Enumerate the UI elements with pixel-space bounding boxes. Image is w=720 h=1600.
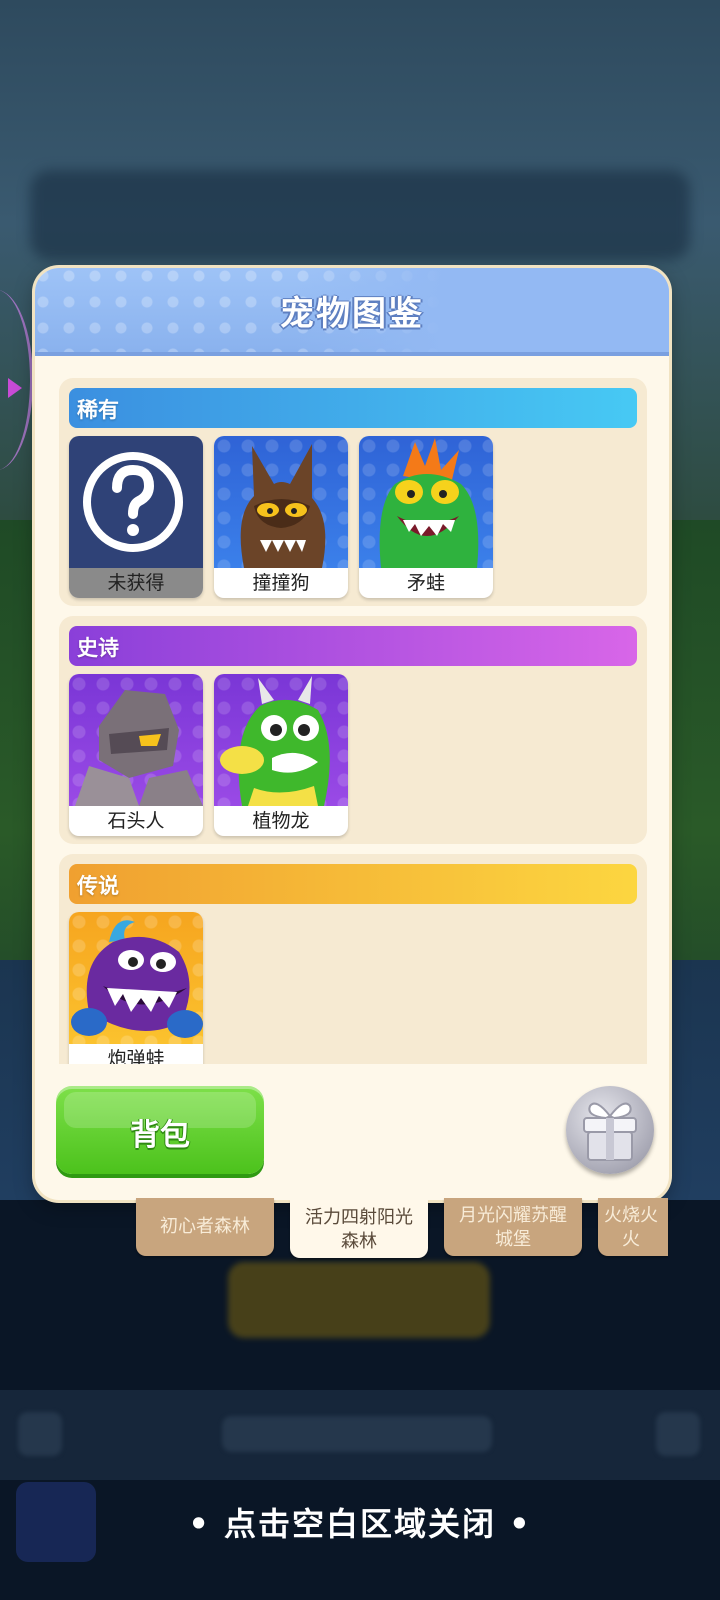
- background-icon-left: [18, 1412, 62, 1456]
- section-epic: 史诗 石头人 植物龙: [59, 616, 647, 844]
- modal-header: 宠物图鉴: [35, 268, 669, 356]
- pet-card-paodanwa[interactable]: 炮弹蛙: [69, 912, 203, 1064]
- pet-name: 矛蛙: [406, 572, 445, 594]
- pet-name: 石头人: [107, 810, 165, 832]
- side-arrow-icon: [8, 378, 22, 398]
- green-dragon-pet-icon: [214, 674, 348, 806]
- tab-label: 火烧火火: [604, 1205, 658, 1250]
- background-bottom-bar: [0, 1390, 720, 1480]
- purple-cannon-frog-pet-icon: [69, 912, 203, 1044]
- section-epic-bar: 史诗: [69, 626, 637, 666]
- section-rare: 稀有 未获得 撞撞狗 矛蛙: [59, 378, 647, 606]
- tab-label: 月光闪耀苏醒城堡: [459, 1205, 567, 1250]
- tab-label: 初心者森林: [160, 1216, 250, 1237]
- backpack-button[interactable]: 背包: [56, 1086, 264, 1174]
- section-epic-label: 史诗: [77, 636, 119, 660]
- pet-name: 未获得: [69, 568, 203, 598]
- background-blurred-title: [30, 170, 690, 260]
- modal-title: 宠物图鉴: [280, 294, 424, 334]
- section-legend: 传说 炮弹蛙: [59, 854, 647, 1064]
- brown-bat-pet-icon: [214, 436, 348, 568]
- question-mark-icon: [69, 436, 203, 568]
- tab-moonlight-castle[interactable]: 月光闪耀苏醒城堡: [444, 1198, 582, 1256]
- section-legend-label: 传说: [77, 874, 119, 898]
- pet-card-shitouren[interactable]: 石头人: [69, 674, 203, 836]
- section-legend-bar: 传说: [69, 864, 637, 904]
- green-frog-pet-icon: [359, 436, 493, 568]
- tab-fire[interactable]: 火烧火火: [598, 1198, 668, 1256]
- tab-chuxinzhe-forest[interactable]: 初心者森林: [136, 1198, 274, 1256]
- background-icon-right: [656, 1412, 700, 1456]
- section-rare-label: 稀有: [77, 398, 119, 422]
- tab-sunshine-forest[interactable]: 活力四射阳光森林: [290, 1200, 428, 1258]
- tab-label: 活力四射阳光森林: [305, 1207, 413, 1252]
- background-blurred-button: [228, 1262, 490, 1338]
- pet-card-zhiwulong[interactable]: 植物龙: [214, 674, 348, 836]
- pet-codex-modal: 宠物图鉴 稀有 未获得 撞撞狗 矛蛙 史诗 石头人 植物龙 传说 炮弹蛙 背包: [35, 268, 669, 1200]
- section-rare-bar: 稀有: [69, 388, 637, 428]
- pet-card-maowa[interactable]: 矛蛙: [359, 436, 493, 598]
- gift-box-icon: [583, 1102, 637, 1161]
- background-bar-pill: [222, 1416, 492, 1452]
- pet-name: 炮弹蛙: [107, 1048, 165, 1064]
- pet-card-zhuangzhuanggou[interactable]: 撞撞狗: [214, 436, 348, 598]
- pet-list-scroll[interactable]: 稀有 未获得 撞撞狗 矛蛙 史诗 石头人 植物龙 传说 炮弹蛙: [59, 378, 647, 1064]
- backpack-button-label: 背包: [130, 1118, 190, 1153]
- pet-name: 植物龙: [252, 810, 310, 832]
- close-hint[interactable]: • 点击空白区域关闭 •: [0, 1499, 720, 1545]
- gift-button[interactable]: [566, 1086, 654, 1174]
- rock-golem-pet-icon: [69, 674, 203, 806]
- pet-name: 撞撞狗: [252, 572, 310, 594]
- pet-card-locked[interactable]: 未获得: [69, 436, 203, 598]
